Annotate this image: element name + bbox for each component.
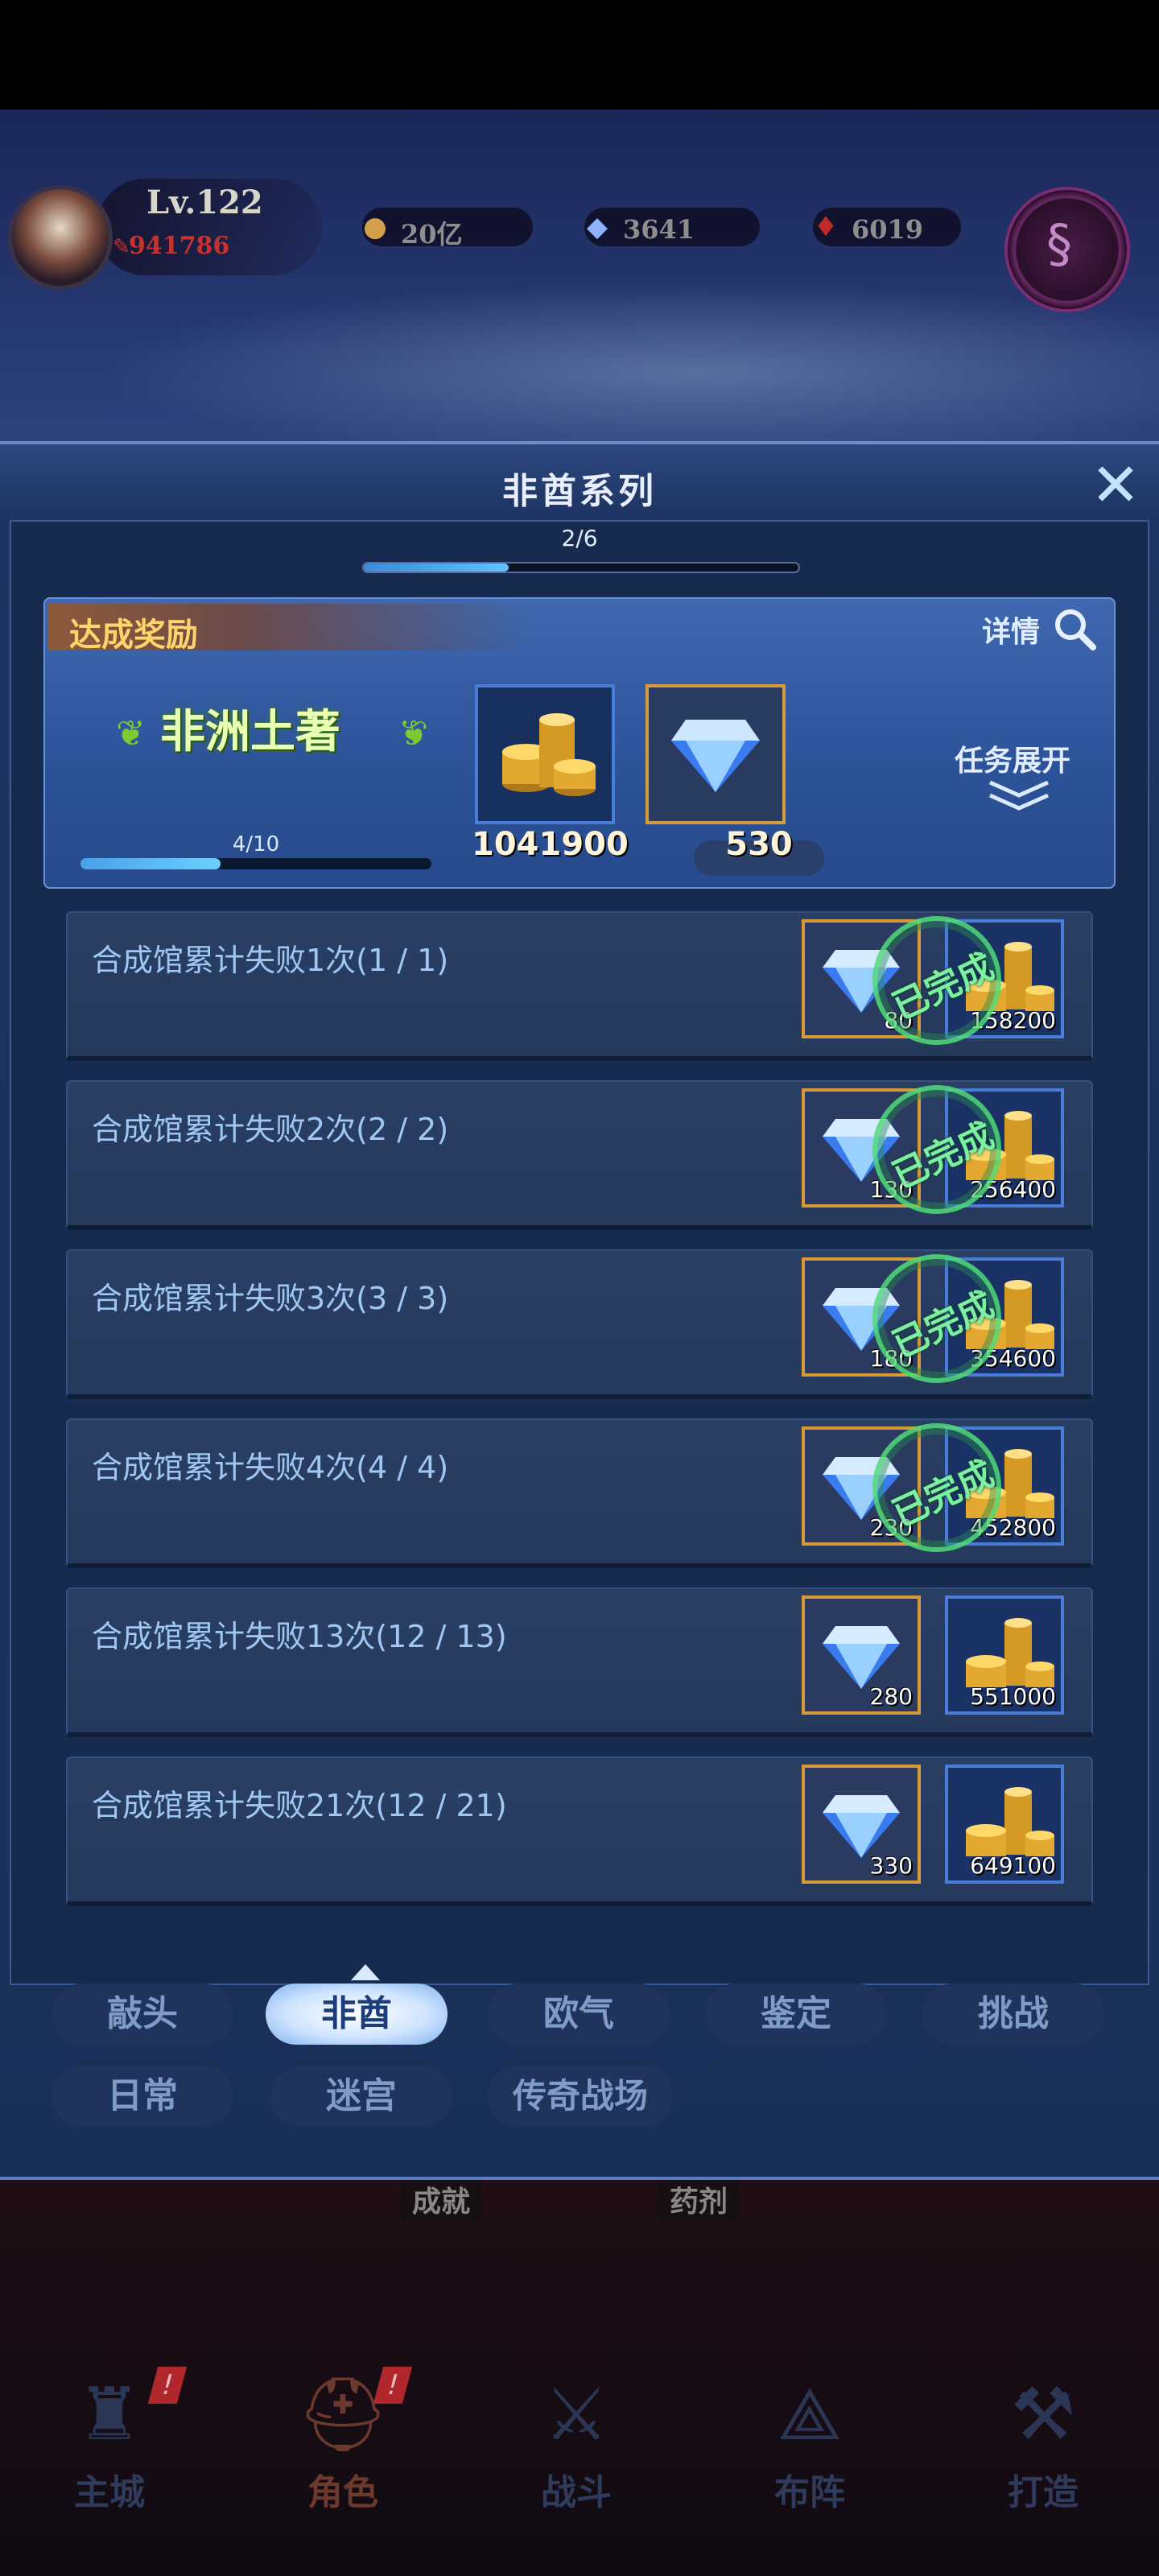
completed-stamp: 已完成 — [872, 1254, 1001, 1383]
completed-stamp: 已完成 — [872, 916, 1001, 1045]
category-tabs: 敲头 非酋 欧气 鉴定 挑战 日常 迷宫 传奇战场 — [0, 1964, 1159, 2165]
reward-item-diamond-value: 530 — [725, 826, 793, 863]
tab-richang[interactable]: 日常 — [52, 2066, 233, 2127]
task-row[interactable]: 合成馆累计失败21次(12 / 21) 330 649100 — [66, 1757, 1093, 1906]
title-badge: 非洲土著 — [160, 705, 340, 758]
crossed-swords-icon: ⚔ — [543, 2372, 609, 2457]
player-avatar[interactable] — [8, 185, 113, 290]
player-power: 941786 — [129, 232, 230, 260]
task-label: 合成馆累计失败2次(2 / 2) — [92, 1112, 449, 1147]
panel-title: 非酋系列 — [502, 471, 657, 512]
gold-coins-icon — [502, 713, 596, 796]
scroll-icon: § — [1046, 215, 1072, 275]
leaf-right-icon: ❦ — [398, 713, 428, 754]
series-page-label: 2/6 — [561, 525, 598, 551]
resource-gold-value: 20亿 — [401, 219, 463, 250]
player-level: Lv.122 — [146, 184, 263, 221]
formation-icon: ⟁ — [777, 2372, 843, 2457]
reward-item-gold[interactable] — [475, 684, 615, 824]
reward-progress-bar — [80, 858, 431, 869]
series-progress-fill — [364, 564, 509, 572]
top-hud: Lv.122 ✎ 941786 ● 20亿 ◆ 3641 ♦ 6019 § — [0, 161, 1159, 322]
reward-card: 达成奖励 详情 ❦ 非洲土著 ❦ 4/10 1041900 530 任务展开 — [43, 597, 1116, 889]
tab-qiaotou[interactable]: 敲头 — [52, 1984, 233, 2045]
task-reward-gold[interactable]: 551000 — [945, 1596, 1064, 1715]
resource-diamond-value: 3641 — [623, 214, 695, 245]
tab-migong[interactable]: 迷宫 — [270, 2066, 452, 2127]
task-row[interactable]: 合成馆累计失败4次(4 / 4) 230 452800 已完成 — [66, 1418, 1093, 1568]
task-reward-gold[interactable]: 649100 — [945, 1765, 1064, 1884]
expand-tasks-button[interactable]: 任务展开 — [955, 737, 1070, 779]
task-reward-gold-value: 649100 — [970, 1852, 1056, 1879]
close-button[interactable]: ✕ — [1087, 456, 1145, 517]
task-reward-gold-value: 551000 — [970, 1683, 1056, 1710]
task-row[interactable]: 合成馆累计失败1次(1 / 1) 80 158200 已完成 — [66, 911, 1093, 1061]
completed-stamp: 已完成 — [872, 1423, 1001, 1552]
nav-battle[interactable]: ⚔ 战斗 — [488, 2367, 665, 2528]
nav-formation-label: 布阵 — [774, 2472, 845, 2513]
reward-banner-text: 达成奖励 — [69, 616, 198, 654]
task-row[interactable]: 合成馆累计失败13次(12 / 13) 280 551000 — [66, 1587, 1093, 1737]
power-icon: ✎ — [113, 235, 130, 259]
magic-seal-button[interactable]: § — [1004, 187, 1130, 312]
blue-diamond-icon: ◆ — [586, 211, 608, 243]
reward-banner: 达成奖励 — [48, 604, 531, 654]
tab-feiqiu[interactable]: 非酋 — [266, 1984, 448, 2045]
achievement-panel: 非酋系列 ✕ 2/6 达成奖励 详情 ❦ 非洲土著 ❦ 4/10 1041900… — [0, 441, 1159, 2180]
reward-progress-label: 4/10 — [232, 832, 280, 857]
tab-chuanqi-zhanchang[interactable]: 传奇战场 — [488, 2066, 673, 2127]
tab-ouqi[interactable]: 欧气 — [488, 1984, 670, 2045]
reward-progress-fill — [80, 858, 221, 869]
tab-tiaozhan[interactable]: 挑战 — [922, 1984, 1104, 2045]
task-label: 合成馆累计失败13次(12 / 13) — [92, 1619, 507, 1654]
tab-jianding[interactable]: 鉴定 — [705, 1984, 887, 2045]
resource-gold[interactable]: ● 20亿 — [362, 208, 533, 250]
nav-forge[interactable]: ⚒ 打造 — [955, 2367, 1132, 2528]
nav-forge-label: 打造 — [1008, 2472, 1079, 2513]
resource-red-gem[interactable]: ♦ 6019 — [813, 208, 961, 246]
task-row[interactable]: 合成馆累计失败3次(3 / 3) 180 354600 已完成 — [66, 1249, 1093, 1399]
task-list[interactable]: 合成馆累计失败1次(1 / 1) 80 158200 已完成 合成馆累计失败2次(2 /… — [66, 911, 1093, 1909]
nav-formation[interactable]: ⟁ 布阵 — [721, 2367, 898, 2528]
task-label: 合成馆累计失败4次(4 / 4) — [92, 1450, 449, 1485]
resource-red-gem-value: 6019 — [852, 214, 924, 245]
series-progress-bar — [362, 562, 800, 573]
task-label: 合成馆累计失败21次(12 / 21) — [92, 1788, 507, 1823]
nav-main-city[interactable]: ♜ 主城 ! — [21, 2367, 198, 2528]
task-reward-diamond[interactable]: 330 — [802, 1765, 921, 1884]
blue-diamond-icon — [671, 720, 760, 792]
nav-battle-label: 战斗 — [541, 2472, 612, 2513]
red-gem-icon: ♦ — [813, 211, 839, 243]
task-label: 合成馆累计失败1次(1 / 1) — [92, 943, 449, 978]
subnav-potion[interactable]: 药剂 — [658, 2180, 740, 2223]
task-reward-diamond-value: 330 — [869, 1852, 913, 1879]
task-reward-diamond-value: 280 — [869, 1683, 913, 1710]
gold-coin-icon: ● — [363, 211, 387, 243]
task-label: 合成馆累计失败3次(3 / 3) — [92, 1281, 449, 1316]
nav-character-label: 角色 — [307, 2472, 378, 2513]
bottom-nav: ♜ 主城 ! ⛑ 角色 ! ⚔ 战斗 ⟁ 布阵 ⚒ 打造 — [0, 2367, 1159, 2528]
reward-item-diamond[interactable] — [645, 684, 786, 824]
subnav-achievement[interactable]: 成就 — [401, 2180, 482, 2223]
active-tab-pointer — [351, 1964, 380, 1980]
anvil-icon: ⚒ — [1010, 2372, 1076, 2457]
reward-item-gold-value: 1041900 — [472, 826, 629, 863]
detail-link[interactable]: 详情 — [982, 609, 1040, 650]
nav-character[interactable]: ⛑ 角色 ! — [254, 2367, 431, 2528]
chevron-down-icon[interactable] — [987, 778, 1051, 813]
task-reward-diamond[interactable]: 280 — [802, 1596, 921, 1715]
completed-stamp: 已完成 — [872, 1085, 1001, 1214]
task-row[interactable]: 合成馆累计失败2次(2 / 2) 130 256400 已完成 — [66, 1080, 1093, 1230]
search-icon[interactable] — [1051, 605, 1099, 654]
nav-main-city-label: 主城 — [74, 2472, 145, 2513]
resource-diamond[interactable]: ◆ 3641 — [584, 208, 760, 246]
